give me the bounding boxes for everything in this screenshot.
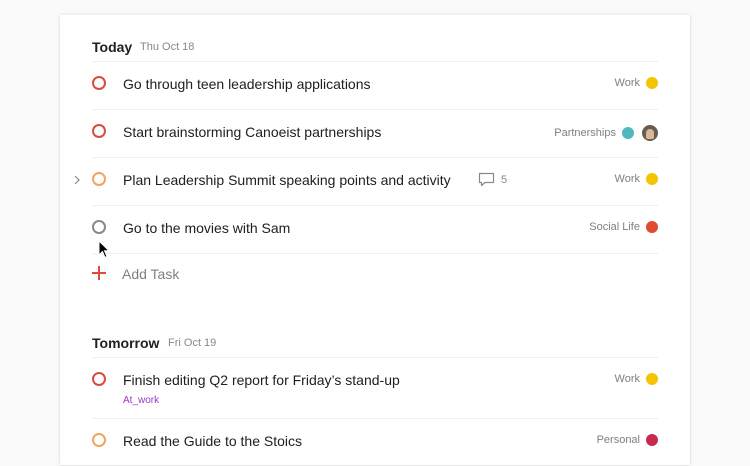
chevron-right-icon[interactable] (72, 175, 82, 185)
project-tag[interactable]: Work (615, 373, 658, 385)
comment-icon (478, 172, 495, 187)
section-date: Fri Oct 19 (168, 337, 217, 349)
project-tag[interactable]: Partnerships (554, 125, 658, 141)
task-row[interactable]: Plan Leadership Summit speaking points a… (74, 158, 658, 206)
task-checkbox[interactable] (92, 124, 106, 138)
project-name: Social Life (589, 221, 640, 233)
project-color-dot (646, 434, 658, 446)
plus-icon (92, 266, 106, 280)
task-checkbox[interactable] (92, 372, 106, 386)
tomorrow-header: Tomorrow Fri Oct 19 (92, 311, 658, 358)
project-name: Partnerships (554, 127, 616, 139)
today-header: Today Thu Oct 18 (92, 15, 658, 62)
task-checkbox[interactable] (92, 433, 106, 447)
project-name: Personal (596, 434, 640, 446)
project-tag[interactable]: Work (615, 77, 658, 89)
task-content[interactable]: Start brainstorming Canoeist partnership… (123, 124, 381, 140)
assignee-avatar[interactable] (642, 125, 658, 141)
task-checkbox[interactable] (92, 172, 106, 186)
project-color-dot (622, 127, 634, 139)
today-section: Today Thu Oct 18 Go through teen leaders… (74, 15, 658, 296)
task-label[interactable]: At_work (123, 395, 159, 406)
task-row[interactable]: Go to the movies with Sam Social Life (92, 206, 658, 254)
task-content[interactable]: Read the Guide to the Stoics (123, 433, 302, 449)
mouse-pointer-icon (98, 240, 110, 259)
project-color-dot (646, 373, 658, 385)
task-row[interactable]: Read the Guide to the Stoics Personal (92, 419, 658, 466)
task-content[interactable]: Plan Leadership Summit speaking points a… (123, 172, 451, 188)
project-tag[interactable]: Work (615, 173, 658, 185)
section-title: Today (92, 39, 133, 55)
task-checkbox[interactable] (92, 76, 106, 90)
add-task-button[interactable]: Add Task (92, 254, 658, 296)
project-color-dot (646, 221, 658, 233)
task-list-panel: Today Thu Oct 18 Go through teen leaders… (60, 15, 690, 465)
project-tag[interactable]: Social Life (589, 221, 658, 233)
project-name: Work (614, 173, 640, 185)
task-row[interactable]: Go through teen leadership applications … (92, 62, 658, 110)
comment-count: 5 (501, 173, 508, 186)
task-row[interactable]: Start brainstorming Canoeist partnership… (92, 110, 658, 158)
task-content[interactable]: Go to the movies with Sam (123, 220, 290, 236)
section-date: Thu Oct 18 (140, 41, 195, 53)
tomorrow-section: Tomorrow Fri Oct 19 Finish editing Q2 re… (92, 311, 658, 466)
project-color-dot (646, 77, 658, 89)
section-title: Tomorrow (92, 335, 160, 351)
task-checkbox[interactable] (92, 220, 106, 234)
project-tag[interactable]: Personal (597, 434, 658, 446)
task-content[interactable]: Finish editing Q2 report for Friday’s st… (123, 372, 400, 388)
task-content[interactable]: Go through teen leadership applications (123, 76, 371, 92)
project-color-dot (646, 173, 658, 185)
comments-button[interactable]: 5 (478, 172, 507, 187)
add-task-label: Add Task (122, 266, 180, 282)
task-row[interactable]: Finish editing Q2 report for Friday’s st… (92, 358, 658, 419)
project-name: Work (614, 373, 640, 385)
project-name: Work (614, 77, 640, 89)
